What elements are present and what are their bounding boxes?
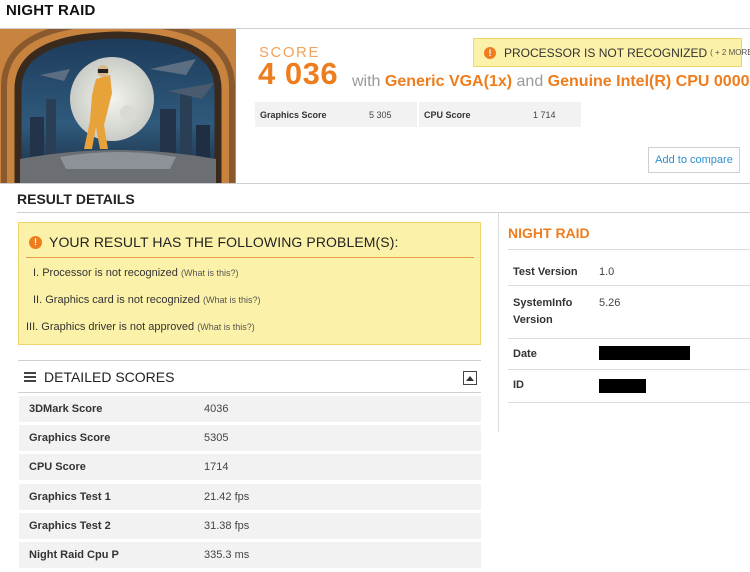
table-row: Graphics Test 1 21.42 fps (19, 484, 481, 510)
with-word: with (352, 73, 381, 90)
info-row-label: ID (513, 379, 524, 391)
score-row-value: 1714 (204, 461, 229, 473)
problem-item: II. Graphics card is not recognized (Wha… (33, 294, 261, 306)
score-row-label: Night Raid Cpu P (29, 549, 119, 561)
detailed-scores-title: DETAILED SCORES (44, 369, 175, 385)
overall-score: 4 036 (258, 56, 339, 91)
score-row-value: 335.3 ms (204, 549, 250, 561)
what-is-this-link[interactable]: (What is this?) (181, 268, 239, 278)
what-is-this-link[interactable]: (What is this?) (203, 295, 261, 305)
list-icon (24, 372, 36, 382)
info-row-label: Date (513, 348, 537, 360)
and-word: and (516, 73, 544, 90)
warning-icon: ! (484, 46, 496, 59)
table-row: Graphics Score 5305 (19, 425, 481, 451)
processor-warning-banner[interactable]: ! PROCESSOR IS NOT RECOGNIZED ( + 2 MORE… (473, 38, 750, 67)
test-info-card: NIGHT RAID Test Version 1.0 SystemInfo V… (498, 213, 750, 432)
problem-number: I. (33, 267, 40, 279)
score-row-value: 5305 (204, 432, 229, 444)
score-hardware-line: with Generic VGA(1x) and Genuine Intel(R… (352, 73, 750, 91)
cpu-name[interactable]: Genuine Intel(R) CPU 0000 @ (548, 73, 750, 90)
warning-text: PROCESSOR IS NOT RECOGNIZED (504, 45, 708, 60)
hero-illustration (0, 29, 236, 183)
problems-panel: ! YOUR RESULT HAS THE FOLLOWING PROBLEM(… (18, 222, 481, 345)
info-row-value: 1.0 (599, 266, 615, 278)
add-to-compare-button[interactable]: Add to compare (648, 147, 740, 173)
score-row-label: Graphics Score (29, 432, 111, 444)
redacted-date (599, 346, 690, 360)
score-row-value: 21.42 fps (204, 491, 250, 503)
problems-header: ! YOUR RESULT HAS THE FOLLOWING PROBLEM(… (29, 234, 399, 250)
subscore-value: 1 714 (533, 109, 556, 120)
info-row: Test Version 1.0 (508, 250, 750, 286)
score-row-label: CPU Score (29, 461, 86, 473)
info-row: Date (508, 339, 750, 370)
subscore-graphics: Graphics Score 5 305 (255, 102, 417, 127)
problem-text: Graphics card is not recognized (45, 294, 200, 306)
subscore-label: Graphics Score (260, 109, 327, 120)
score-row-label: 3DMark Score (29, 403, 103, 415)
divider (18, 360, 481, 361)
info-row-label: Test Version (513, 266, 578, 278)
subscore-bar: Graphics Score 5 305 CPU Score 1 714 (255, 102, 581, 127)
info-row-value: 5.26 (599, 297, 621, 309)
problems-title: YOUR RESULT HAS THE FOLLOWING PROBLEM(S)… (49, 234, 399, 250)
info-row: ID (508, 370, 750, 403)
table-row: Graphics Test 2 31.38 fps (19, 513, 481, 539)
page-title: NIGHT RAID (6, 2, 96, 19)
collapse-icon[interactable] (463, 371, 477, 385)
warning-icon: ! (29, 235, 42, 249)
table-row: 3DMark Score 4036 (19, 396, 481, 422)
gpu-name[interactable]: Generic VGA(1x) (385, 73, 512, 90)
table-row: CPU Score 1714 (19, 454, 481, 480)
problem-item: III. Graphics driver is not approved (Wh… (26, 321, 255, 333)
warning-more-link[interactable]: ( + 2 MORE ) (710, 48, 750, 57)
divider (0, 183, 750, 184)
test-info-title: NIGHT RAID (508, 225, 590, 241)
problem-text: Processor is not recognized (42, 267, 178, 279)
problem-item: I. Processor is not recognized (What is … (33, 267, 239, 279)
detailed-scores-header: DETAILED SCORES (24, 369, 174, 385)
score-row-value: 4036 (204, 403, 229, 415)
redacted-id (599, 379, 646, 393)
info-row-label: SystemInfo Version (513, 297, 573, 326)
problem-number: II. (33, 294, 43, 306)
score-row-value: 31.38 fps (204, 520, 250, 532)
score-row-label: Graphics Test 2 (29, 520, 111, 532)
subscore-label: CPU Score (424, 109, 471, 120)
info-row: SystemInfo Version 5.26 (508, 286, 750, 339)
subscore-value: 5 305 (369, 109, 392, 120)
divider (18, 392, 481, 393)
table-row: Night Raid Cpu P 335.3 ms (19, 542, 481, 568)
result-details-title: RESULT DETAILS (17, 191, 135, 207)
subscore-cpu: CPU Score 1 714 (419, 102, 581, 127)
divider (26, 257, 474, 258)
score-row-label: Graphics Test 1 (29, 491, 111, 503)
what-is-this-link[interactable]: (What is this?) (197, 322, 255, 332)
problem-text: Graphics driver is not approved (41, 321, 195, 333)
problem-number: III. (26, 321, 39, 333)
